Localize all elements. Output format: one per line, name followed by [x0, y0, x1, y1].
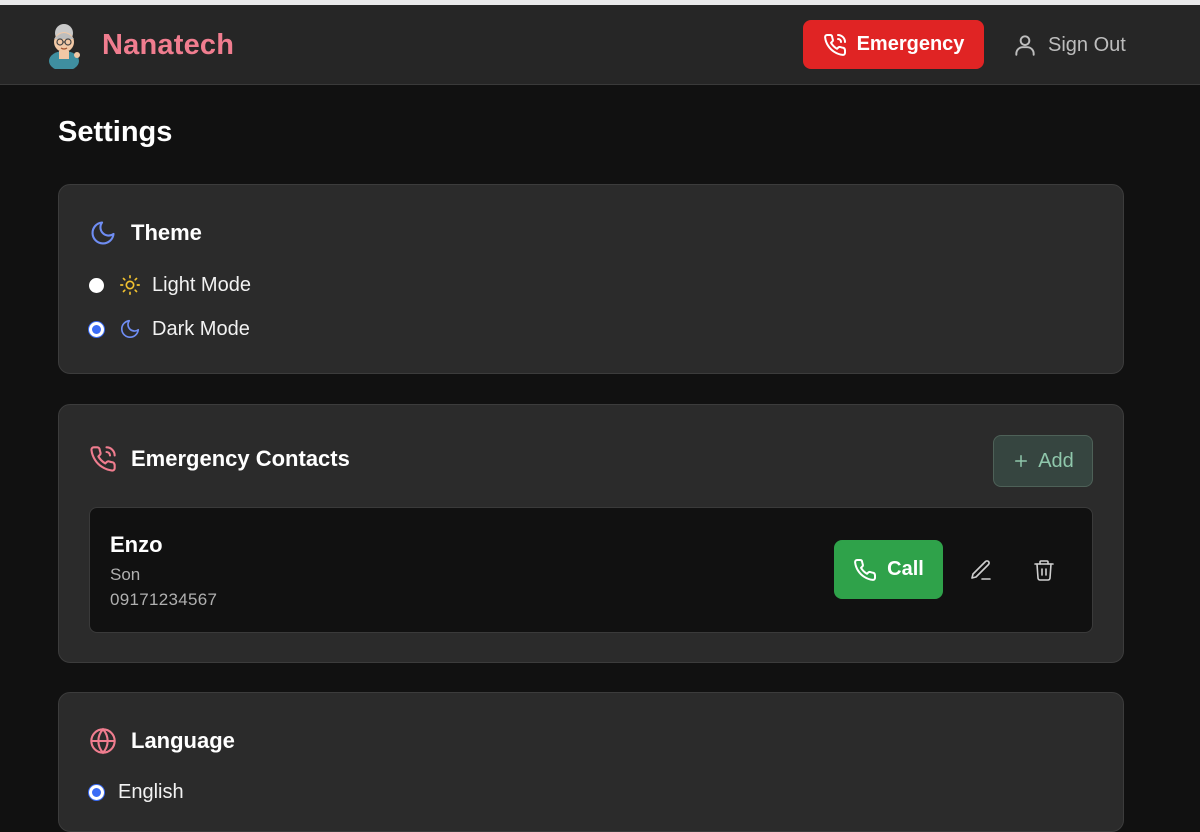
phone-icon [854, 558, 877, 581]
edit-contact-button[interactable] [965, 554, 997, 586]
call-button[interactable]: Call [834, 540, 943, 599]
theme-option-light[interactable]: Light Mode [89, 273, 251, 297]
english-label: English [118, 781, 184, 803]
app-header: Nanatech Emergency Sign Out [0, 5, 1200, 85]
theme-card: Theme Light Mode Dark Mode [58, 184, 1124, 374]
phone-ringing-icon [823, 33, 846, 56]
globe-icon [90, 727, 116, 755]
pencil-icon [971, 560, 991, 580]
contact-name: Enzo [110, 532, 163, 557]
emergency-contacts-card: Emergency Contacts Add Enzo Son 09171234… [58, 404, 1124, 663]
add-contact-button[interactable]: Add [993, 435, 1093, 487]
emergency-contacts-heading: Emergency Contacts [131, 446, 350, 471]
add-contact-label: Add [1038, 449, 1074, 472]
user-icon [1015, 35, 1035, 56]
dark-mode-radio[interactable] [89, 321, 104, 337]
emergency-button[interactable]: Emergency [803, 20, 984, 69]
sign-out-label: Sign Out [1048, 33, 1126, 56]
light-mode-radio[interactable] [89, 277, 104, 293]
moon-icon [118, 317, 142, 341]
language-card: Language English [58, 692, 1124, 832]
plus-icon [1015, 455, 1028, 467]
delete-contact-button[interactable] [1028, 554, 1060, 586]
brand-name: Nanatech [102, 28, 235, 61]
sign-out-button[interactable]: Sign Out [1012, 27, 1126, 63]
language-option-english[interactable]: English [89, 781, 184, 804]
dark-mode-label: Dark Mode [152, 317, 250, 340]
language-heading: Language [131, 728, 235, 753]
emergency-button-label: Emergency [856, 33, 965, 55]
brand[interactable]: Nanatech [44, 21, 234, 69]
theme-header: Theme [89, 219, 202, 247]
light-mode-label: Light Mode [152, 273, 251, 296]
grandma-avatar-icon [49, 24, 80, 69]
theme-heading: Theme [131, 220, 202, 245]
trash-icon [1034, 560, 1054, 581]
theme-option-dark[interactable]: Dark Mode [89, 317, 250, 341]
english-radio[interactable] [89, 785, 104, 800]
page-title: Settings [58, 116, 173, 148]
language-header: Language [89, 727, 235, 755]
phone-ringing-icon [90, 446, 116, 472]
emergency-contacts-header: Emergency Contacts [89, 445, 350, 473]
call-button-label: Call [887, 558, 924, 580]
contact-item: Enzo Son 09171234567 Call [89, 507, 1093, 633]
contact-phone: 09171234567 [110, 590, 218, 609]
contact-relation: Son [110, 565, 141, 584]
sun-icon [118, 273, 142, 297]
moon-icon [91, 221, 115, 245]
